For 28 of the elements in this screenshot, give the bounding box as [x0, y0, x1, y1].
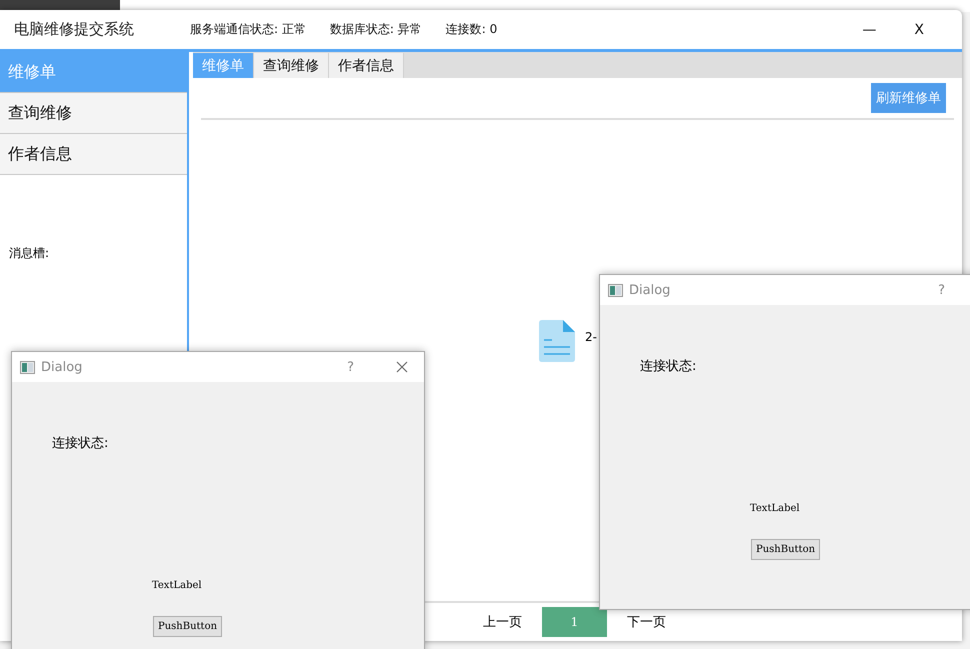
sidebar-item[interactable]: 作者信息 [0, 134, 187, 175]
text-label: TextLabel [750, 503, 801, 514]
status-text: 连接数: 0 [446, 21, 498, 38]
tab[interactable]: 查询维修 [254, 53, 329, 78]
message-label: 消息槽: [9, 245, 50, 262]
close-button[interactable]: X [914, 22, 924, 38]
window-icon [608, 284, 623, 296]
document-icon[interactable] [539, 320, 575, 362]
push-button[interactable]: PushButton [153, 616, 222, 637]
tab[interactable]: 作者信息 [329, 53, 404, 78]
status-text: 服务端通信状态: 正常 [190, 21, 306, 38]
dialog-title: Dialog [41, 360, 82, 374]
close-icon[interactable] [396, 361, 408, 373]
sidebar-item[interactable]: 查询维修 [0, 93, 187, 134]
previous-page-link[interactable]: 上一页 [483, 613, 522, 631]
status-text: 数据库状态: 异常 [330, 21, 422, 38]
dialog-title: Dialog [629, 282, 670, 298]
text-label: TextLabel [152, 580, 203, 591]
next-page-link[interactable]: 下一页 [627, 613, 666, 631]
window-icon [20, 360, 35, 374]
minimize-button[interactable]: — [862, 22, 876, 38]
push-button[interactable]: PushButton [751, 539, 820, 560]
window-title: 电脑维修提交系统 [14, 20, 135, 39]
connection-status-label: 连接状态: [640, 358, 698, 375]
help-button[interactable]: ? [347, 360, 354, 374]
help-button[interactable]: ? [938, 282, 945, 298]
connection-status-label: 连接状态: [52, 435, 110, 452]
file-name: 2- [585, 330, 597, 344]
